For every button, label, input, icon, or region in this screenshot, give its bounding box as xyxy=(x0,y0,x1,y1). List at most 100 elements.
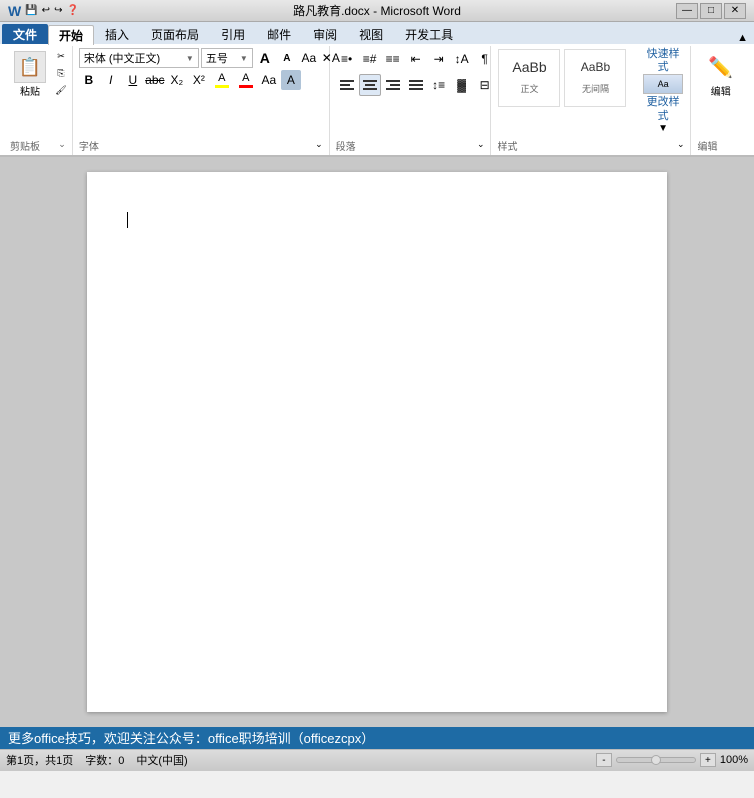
font-group: 宋体 (中文正文) ▼ 五号 ▼ A A Aa ✕A B I U abc X₂ … xyxy=(73,46,330,155)
paste-icon: 📋 xyxy=(14,51,46,83)
change-case-button[interactable]: Aa xyxy=(299,48,319,68)
increase-indent-button[interactable]: ⇥ xyxy=(428,48,450,70)
bottom-bar: 第1页，共1页 字数：0 中文(中国) - + 100% xyxy=(0,749,754,771)
font-size-select[interactable]: 五号 ▼ xyxy=(201,48,253,68)
font-size-chevron: ▼ xyxy=(240,54,248,63)
underline-button[interactable]: U xyxy=(123,70,143,90)
font-color-bar xyxy=(239,85,253,88)
font-color-button[interactable]: A xyxy=(235,70,257,90)
style-normal[interactable]: AaBb 正文 xyxy=(498,49,560,107)
word-icon: W xyxy=(8,3,21,19)
window-controls: — □ ✕ xyxy=(676,3,746,19)
qat-save[interactable]: 💾 xyxy=(25,5,37,16)
text-effect-button[interactable]: A xyxy=(281,70,301,90)
ribbon-tabs: 文件 开始 插入 页面布局 引用 邮件 审阅 视图 开发工具 ▲ xyxy=(0,22,754,44)
clipboard-group: 📋 粘贴 ✂ ⎘ 🖌 剪贴板 ⌄ xyxy=(4,46,73,155)
font-expand[interactable]: ⌄ xyxy=(315,139,323,150)
font-family-chevron: ▼ xyxy=(186,54,194,63)
qat-help[interactable]: ❓ xyxy=(66,5,78,16)
subscript-button[interactable]: X₂ xyxy=(167,70,187,90)
strikethrough-button[interactable]: abc xyxy=(145,70,165,90)
shading-button[interactable]: ▓ xyxy=(451,74,473,96)
tab-developer[interactable]: 开发工具 xyxy=(394,24,464,44)
tab-home[interactable]: 开始 xyxy=(48,25,94,45)
font-family-select[interactable]: 宋体 (中文正文) ▼ xyxy=(79,48,199,68)
text-cursor xyxy=(127,212,128,228)
window-title: 路凡教育.docx - Microsoft Word xyxy=(293,2,461,19)
styles-label: 样式 xyxy=(497,136,517,153)
italic-button[interactable]: I xyxy=(101,70,121,90)
font-color-icon: A xyxy=(242,72,249,84)
font-label: 字体 xyxy=(79,136,99,153)
sort-button[interactable]: ↕A xyxy=(451,48,473,70)
page-info: 第1页，共1页 xyxy=(6,752,73,768)
zoom-slider[interactable] xyxy=(616,757,696,763)
zoom-thumb xyxy=(651,755,661,765)
bullets-button[interactable]: ≡• xyxy=(336,48,358,70)
status-message: 更多office技巧，欢迎关注公众号：office职场培训（officezcpx… xyxy=(8,728,374,747)
change-styles-button[interactable]: 更改样式 ▼ xyxy=(642,96,685,133)
bold-button[interactable]: B xyxy=(79,70,99,90)
title-bar: W 💾 ↩ ↪ ❓ 路凡教育.docx - Microsoft Word — □… xyxy=(0,0,754,22)
tab-mailings[interactable]: 邮件 xyxy=(256,24,302,44)
copy-button[interactable]: ⎘ xyxy=(52,65,70,81)
paragraph-expand[interactable]: ⌄ xyxy=(477,139,485,150)
zoom-out-button[interactable]: - xyxy=(596,753,612,767)
editing-group: ✏️ 编辑 编辑 xyxy=(691,46,750,155)
ribbon-collapse[interactable]: ▲ xyxy=(737,32,748,44)
numbering-button[interactable]: ≡# xyxy=(359,48,381,70)
tab-layout[interactable]: 页面布局 xyxy=(140,24,210,44)
align-center-button[interactable] xyxy=(359,74,381,96)
multilevel-button[interactable]: ≡≡ xyxy=(382,48,404,70)
document-page[interactable] xyxy=(87,172,667,712)
tab-view[interactable]: 视图 xyxy=(348,24,394,44)
paste-button[interactable]: 📋 粘贴 xyxy=(10,48,50,101)
font-style-button[interactable]: Aa xyxy=(259,70,279,90)
highlight-button[interactable]: A xyxy=(211,70,233,90)
word-count: 字数：0 xyxy=(85,752,124,768)
paragraph-label: 段落 xyxy=(336,136,356,153)
restore-button[interactable]: □ xyxy=(700,3,722,19)
align-right-button[interactable] xyxy=(382,74,404,96)
status-bar: 更多office技巧，欢迎关注公众号：office职场培训（officezcpx… xyxy=(0,727,754,749)
highlight-icon: A xyxy=(218,72,225,84)
format-painter-button[interactable]: 🖌 xyxy=(52,82,70,98)
editing-icon: ✏️ xyxy=(705,51,737,83)
zoom-in-button[interactable]: + xyxy=(700,753,716,767)
qat-undo[interactable]: ↩ xyxy=(42,5,50,16)
ribbon: 📋 粘贴 ✂ ⎘ 🖌 剪贴板 ⌄ 宋体 (中文正文) ▼ xyxy=(0,44,754,157)
quick-styles-button[interactable]: 快速样式 Aa xyxy=(642,48,685,94)
tab-insert[interactable]: 插入 xyxy=(94,24,140,44)
styles-expand[interactable]: ⌄ xyxy=(677,139,685,150)
small-clipboard-btns: ✂ ⎘ 🖌 xyxy=(52,48,70,98)
cut-button[interactable]: ✂ xyxy=(52,48,70,64)
para-row-1: ≡• ≡# ≡≡ ⇤ ⇥ ↕A ¶ xyxy=(336,48,496,70)
language: 中文(中国) xyxy=(136,752,187,768)
close-button[interactable]: ✕ xyxy=(724,3,746,19)
font-size-value: 五号 xyxy=(206,50,228,66)
style-no-spacing[interactable]: AaBb 无间隔 xyxy=(564,49,626,107)
clipboard-label: 剪贴板 xyxy=(10,136,40,153)
tab-file[interactable]: 文件 xyxy=(2,24,48,44)
shrink-font-button[interactable]: A xyxy=(277,48,297,68)
title-bar-left: W 💾 ↩ ↪ ❓ xyxy=(8,3,79,19)
clipboard-expand[interactable]: ⌄ xyxy=(58,139,66,150)
tab-review[interactable]: 审阅 xyxy=(302,24,348,44)
tab-references[interactable]: 引用 xyxy=(210,24,256,44)
font-row-2: B I U abc X₂ X² A A Aa A xyxy=(79,70,301,90)
justify-button[interactable] xyxy=(405,74,427,96)
highlight-bar xyxy=(215,85,229,88)
zoom-level: 100% xyxy=(720,754,748,766)
decrease-indent-button[interactable]: ⇤ xyxy=(405,48,427,70)
align-left-button[interactable] xyxy=(336,74,358,96)
paragraph-group: ≡• ≡# ≡≡ ⇤ ⇥ ↕A ¶ xyxy=(330,46,492,155)
superscript-button[interactable]: X² xyxy=(189,70,209,90)
minimize-button[interactable]: — xyxy=(676,3,698,19)
editing-button[interactable]: ✏️ 编辑 xyxy=(696,48,746,101)
qat-redo[interactable]: ↪ xyxy=(54,5,62,16)
grow-font-button[interactable]: A xyxy=(255,48,275,68)
editing-label-group: 编辑 xyxy=(697,136,717,153)
editing-label: 编辑 xyxy=(711,83,731,98)
line-spacing-button[interactable]: ↕≡ xyxy=(428,74,450,96)
document-area xyxy=(0,157,754,727)
